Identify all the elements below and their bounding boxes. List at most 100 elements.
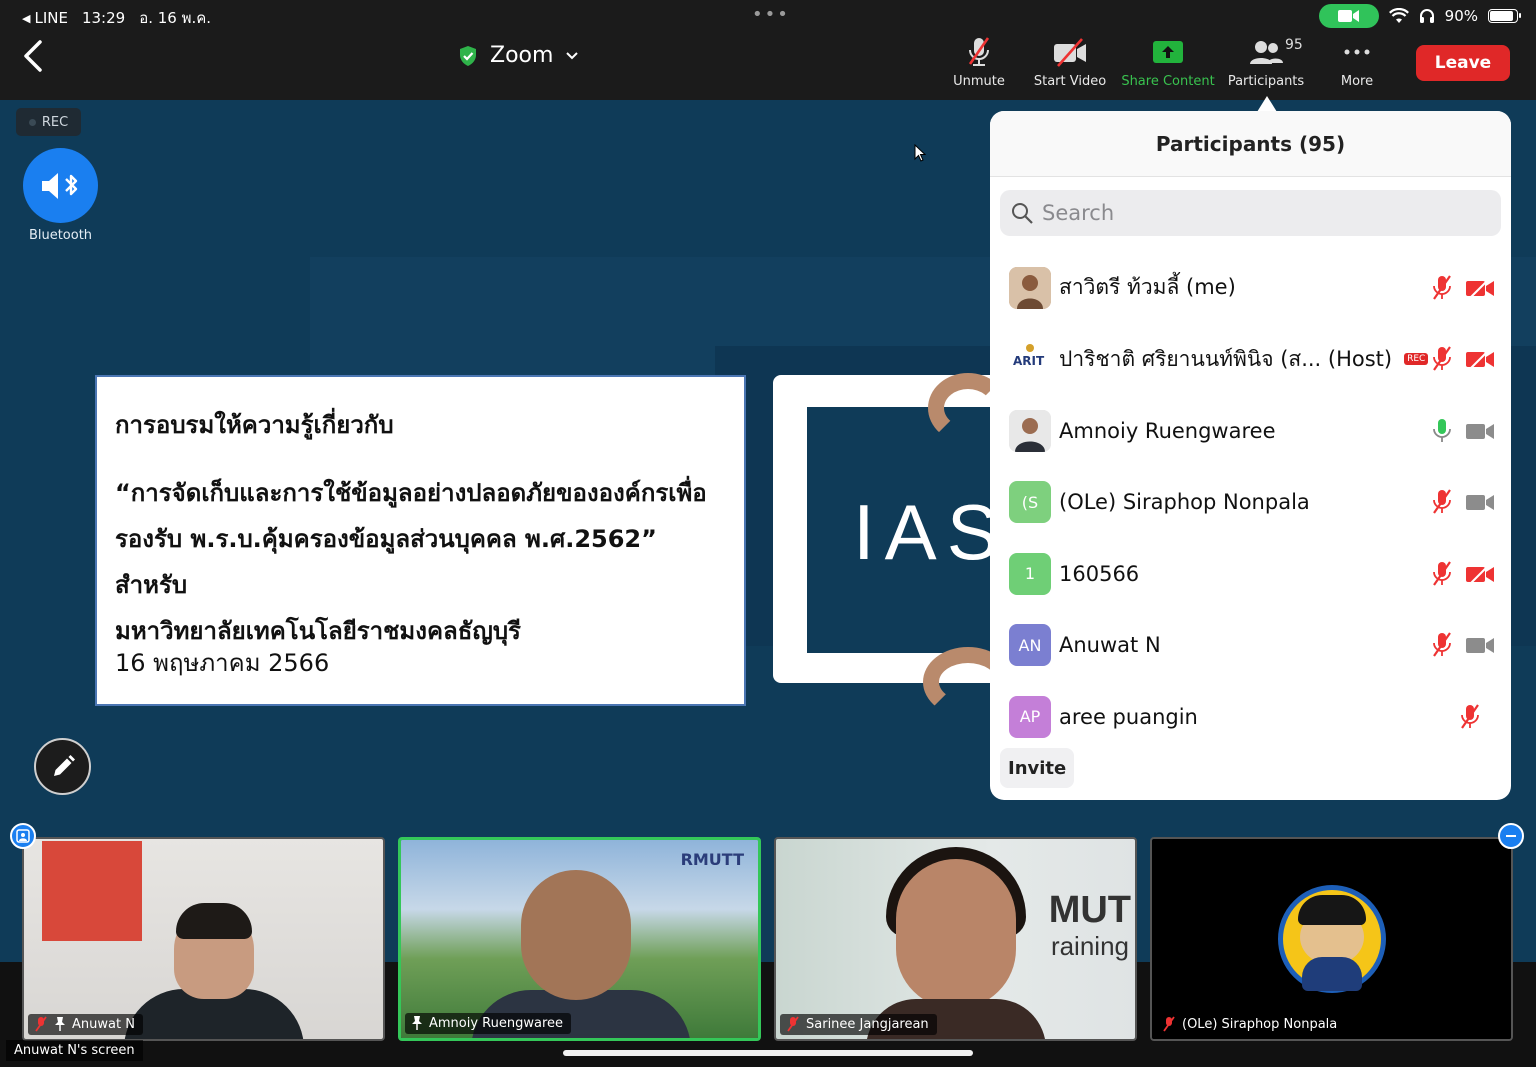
bluetooth-label: Bluetooth xyxy=(28,228,93,243)
home-indicator[interactable] xyxy=(563,1050,973,1056)
video-name-text: Anuwat N xyxy=(72,1016,135,1032)
video-tile-active-speaker[interactable]: RMUTT Amnoiy Ruengwaree xyxy=(398,837,761,1041)
meeting-title: Zoom xyxy=(490,43,554,68)
bluetooth-audio-button[interactable] xyxy=(23,148,98,223)
participant-row[interactable]: สาวิตรี ท้วมลี้ (me) xyxy=(990,252,1511,324)
video-off-icon xyxy=(1466,276,1494,300)
pin-icon xyxy=(412,1016,422,1030)
participant-name: (OLe) Siraphop Nonpala xyxy=(1059,490,1310,514)
pin-icon xyxy=(55,1017,65,1031)
participant-row[interactable]: Amnoiy Ruengwaree xyxy=(990,395,1511,467)
participant-search-input[interactable] xyxy=(1042,201,1462,225)
video-person-face xyxy=(896,859,1016,1009)
video-off-icon xyxy=(1466,562,1494,586)
participant-search[interactable] xyxy=(1000,190,1501,236)
avatar: AN xyxy=(1009,624,1051,667)
video-background-brand: RMUTT xyxy=(680,850,744,869)
participant-name-text: 160566 xyxy=(1059,561,1140,586)
participant-row[interactable]: ARIT ปาริชาติ ศริยานนท์พินิจ (ส... (Host… xyxy=(990,324,1511,396)
recording-badge: REC xyxy=(1404,353,1429,366)
share-content-label: Share Content xyxy=(1121,74,1215,89)
video-background-text: raining xyxy=(1050,931,1129,961)
avatar: ARIT xyxy=(1009,338,1051,381)
multitasking-dots-icon[interactable]: ••• xyxy=(752,4,790,25)
microphone-muted-icon xyxy=(968,37,990,66)
mic-muted-icon xyxy=(1433,489,1451,514)
video-name-tag: Anuwat N xyxy=(28,1014,143,1035)
back-to-app-link[interactable]: ◀ LINE xyxy=(22,9,68,27)
start-video-label: Start Video xyxy=(1033,74,1107,89)
video-person-face xyxy=(521,870,631,1000)
avatar-initials: AP xyxy=(1019,707,1041,727)
start-video-button[interactable]: Start Video xyxy=(1020,36,1120,89)
video-tile[interactable]: MUT raining Sarinee Jangjarean xyxy=(774,837,1137,1041)
participant-name: สาวิตรี ท้วมลี้ (me) xyxy=(1059,271,1236,304)
battery-icon xyxy=(1488,9,1521,23)
panel-caret xyxy=(1257,96,1277,112)
video-person-hair xyxy=(176,903,252,939)
slide-line-3: รองรับ พ.ร.บ.คุ้มครองข้อมูลส่วนบุคคล พ.ศ… xyxy=(115,525,657,599)
participant-row[interactable]: AP aree puangin xyxy=(990,681,1511,753)
back-button[interactable] xyxy=(20,38,50,74)
participants-panel: Participants (95) สาวิตรี ท้วมลี้ (me) A… xyxy=(990,111,1511,800)
participant-list: สาวิตรี ท้วมลี้ (me) ARIT ปาริชาติ ศริยา… xyxy=(990,252,1511,753)
mic-muted-icon xyxy=(35,1016,47,1032)
back-triangle-icon: ◀ xyxy=(22,11,31,25)
battery-percent: 90% xyxy=(1444,7,1478,25)
top-bar: ◀ LINE 13:29 อ. 16 พ.ค. ••• 90% Zoom Unm… xyxy=(0,0,1536,100)
participant-status-icons xyxy=(1429,631,1495,659)
clock: 13:29 xyxy=(81,9,126,27)
annotate-button[interactable] xyxy=(34,738,91,795)
mic-muted-icon xyxy=(1433,275,1451,300)
video-camera-icon xyxy=(1337,10,1359,22)
search-icon xyxy=(1012,203,1033,224)
video-off-icon xyxy=(1466,347,1494,371)
avatar-cartoon-hair xyxy=(1298,895,1366,925)
participant-row[interactable]: (S (OLe) Siraphop Nonpala xyxy=(990,467,1511,539)
video-on-icon xyxy=(1466,638,1494,654)
video-tile[interactable]: Anuwat N xyxy=(22,837,385,1041)
slide-date: 16 พฤษภาคม 2566 xyxy=(115,649,330,677)
participant-name: Amnoiy Ruengwaree xyxy=(1059,419,1276,443)
mic-muted-icon xyxy=(1433,632,1451,657)
chevron-left-icon xyxy=(24,40,42,72)
profile-photo-icon xyxy=(1009,409,1051,452)
participant-name-text: ปาริชาติ ศริยานนท์พินิจ (ส... (Host) xyxy=(1059,346,1393,371)
participant-status-icons xyxy=(1457,703,1483,731)
chevron-down-icon xyxy=(566,51,579,59)
mic-muted-icon xyxy=(1433,561,1451,586)
avatar xyxy=(1009,266,1051,309)
rec-label: REC xyxy=(41,114,69,130)
share-content-button[interactable]: Share Content xyxy=(1118,36,1218,89)
more-button[interactable]: More xyxy=(1307,36,1407,89)
participant-row[interactable]: 1 160566 xyxy=(990,538,1511,610)
video-name-tag: Amnoiy Ruengwaree xyxy=(405,1013,572,1034)
svg-text:ARIT: ARIT xyxy=(1013,354,1045,368)
participants-panel-title: Participants (95) xyxy=(990,111,1511,177)
participant-row[interactable]: AN Anuwat N xyxy=(990,610,1511,682)
invite-button[interactable]: Invite xyxy=(1000,748,1075,788)
video-tile[interactable]: (OLe) Siraphop Nonpala xyxy=(1150,837,1513,1041)
video-on-icon xyxy=(1466,423,1494,439)
mouse-cursor-icon xyxy=(914,144,926,162)
participant-name-text: (OLe) Siraphop Nonpala xyxy=(1059,490,1310,515)
speaker-bluetooth-icon xyxy=(41,172,77,199)
participant-name: aree puangin xyxy=(1059,705,1198,729)
video-background-text: MUT xyxy=(1048,889,1131,931)
gallery-view-button[interactable] xyxy=(10,823,36,849)
shield-check-icon xyxy=(460,45,476,66)
more-label: More xyxy=(1340,74,1374,89)
participants-icon xyxy=(1250,41,1283,64)
unmute-label: Unmute xyxy=(953,74,1005,89)
participant-name-text: สาวิตรี ท้วมลี้ (me) xyxy=(1059,275,1236,300)
minimize-strip-button[interactable] xyxy=(1498,823,1524,849)
participant-name-text: aree puangin xyxy=(1059,704,1198,729)
person-square-icon xyxy=(16,829,30,843)
slide-line-2: “การจัดเก็บและการใช้ข้อมูลอย่างปลอดภัยขอ… xyxy=(115,479,707,507)
meeting-title-dropdown[interactable]: Zoom xyxy=(458,43,579,68)
avatar-cartoon-body xyxy=(1302,957,1362,991)
video-background-art xyxy=(42,841,142,941)
participant-status-icons xyxy=(1429,274,1495,302)
unmute-button[interactable]: Unmute xyxy=(929,36,1029,89)
leave-button[interactable]: Leave xyxy=(1416,45,1510,81)
